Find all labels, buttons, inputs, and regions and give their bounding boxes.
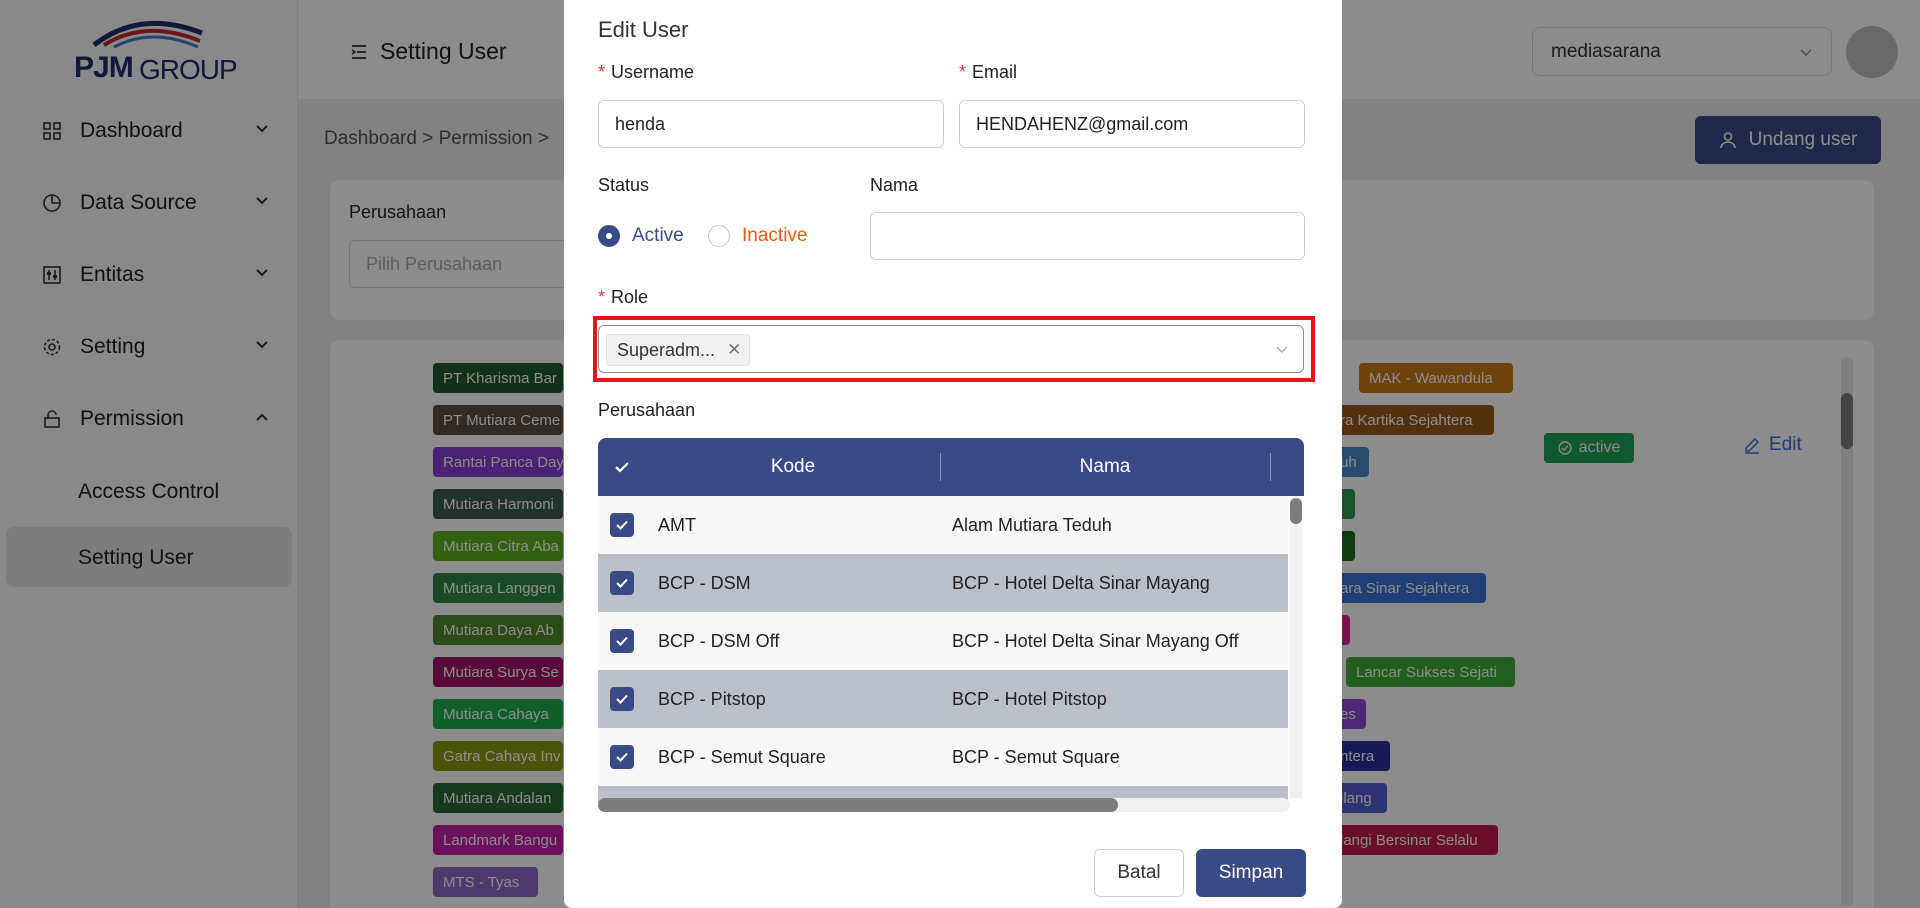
role-select[interactable]: Superadm... ✕ <box>598 325 1304 373</box>
cell-kode: BCP - DSM <box>658 573 751 593</box>
cell-kode: BCP - Semut Square <box>658 747 826 767</box>
table-row[interactable]: BCP - Semut Square BCP - Semut Square <box>598 728 1288 786</box>
status-inactive-radio[interactable]: Inactive <box>708 225 807 247</box>
cell-kode: AMT <box>658 515 696 535</box>
cell-kode: BCP - Pitstop <box>658 689 766 709</box>
scrollbar-thumb[interactable] <box>1290 498 1302 524</box>
check-icon <box>616 578 628 588</box>
cell-nama: BCP - Semut Square <box>952 747 1120 767</box>
row-checkbox[interactable] <box>610 687 634 711</box>
username-field[interactable]: henda <box>598 100 944 148</box>
status-label: Status <box>598 175 650 195</box>
table-horizontal-scrollbar[interactable] <box>598 798 1290 812</box>
perusahaan-label: Perusahaan <box>598 400 696 420</box>
table-row[interactable]: BCP - DSM BCP - Hotel Delta Sinar Mayang <box>598 554 1288 612</box>
modal-title: Edit User <box>598 17 689 42</box>
table-row[interactable]: BCP - Pitstop BCP - Hotel Pitstop <box>598 670 1288 728</box>
column-header-nama[interactable]: Nama <box>940 438 1270 496</box>
row-checkbox[interactable] <box>610 745 634 769</box>
nama-field[interactable] <box>870 212 1305 260</box>
chevron-down-icon <box>1276 346 1288 353</box>
nama-label: Nama <box>870 175 919 195</box>
company-table: Kode Nama AMT Alam Mutiara Teduh BCP - DSM… <box>598 438 1304 816</box>
check-icon <box>616 520 628 530</box>
cancel-button[interactable]: Batal <box>1094 849 1184 897</box>
email-label: * Email <box>959 62 1018 82</box>
save-button[interactable]: Simpan <box>1196 849 1306 897</box>
check-icon <box>616 694 628 704</box>
table-vertical-scrollbar[interactable] <box>1290 498 1302 798</box>
cell-kode: BCP - DSM Off <box>658 631 780 651</box>
column-header-kode[interactable]: Kode <box>646 438 940 496</box>
radio-checked-icon <box>598 225 620 247</box>
table-header: Kode Nama <box>598 438 1304 496</box>
close-icon[interactable]: ✕ <box>727 340 741 360</box>
cell-nama: BCP - Hotel Delta Sinar Mayang Off <box>952 631 1239 651</box>
check-icon <box>616 636 628 646</box>
select-all-checkbox[interactable] <box>598 438 646 496</box>
row-checkbox[interactable] <box>610 629 634 653</box>
status-active-label: Active <box>632 225 684 246</box>
cell-nama: BCP - Hotel Delta Sinar Mayang <box>952 573 1210 593</box>
role-tag: Superadm... ✕ <box>606 334 751 366</box>
status-active-radio[interactable]: Active <box>598 225 684 247</box>
table-row[interactable]: AMT Alam Mutiara Teduh <box>598 496 1288 554</box>
check-icon <box>616 752 628 762</box>
role-tag-label: Superadm... <box>617 339 716 360</box>
column-divider <box>1270 453 1271 481</box>
row-checkbox[interactable] <box>610 513 634 537</box>
check-icon <box>615 462 629 473</box>
scrollbar-thumb[interactable] <box>598 798 1118 812</box>
cell-nama: BCP - Hotel Pitstop <box>952 689 1107 709</box>
role-label: * Role <box>598 287 649 307</box>
email-field[interactable]: HENDAHENZ@gmail.com <box>959 100 1305 148</box>
radio-unchecked-icon <box>708 225 730 247</box>
table-row[interactable]: BCP - DSM Off BCP - Hotel Delta Sinar May… <box>598 612 1288 670</box>
status-inactive-label: Inactive <box>742 225 808 246</box>
row-checkbox[interactable] <box>610 571 634 595</box>
edit-user-modal: Edit User * Username henda * Email HENDAHE… <box>564 0 1342 908</box>
username-label: * Username <box>598 62 695 82</box>
cell-nama: Alam Mutiara Teduh <box>952 515 1112 535</box>
